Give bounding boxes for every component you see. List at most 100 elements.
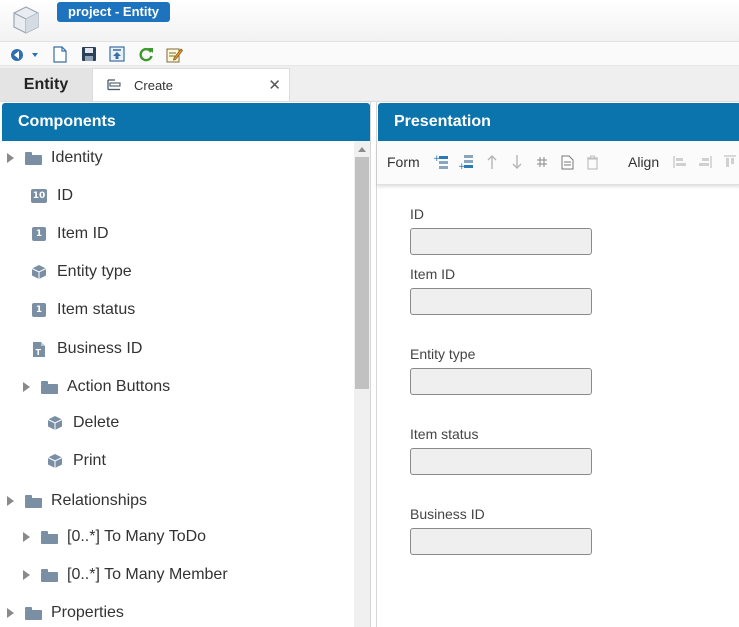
expand-arrow-icon[interactable] [21,563,31,587]
item-id-field[interactable] [410,288,592,315]
tree-item-label: Identity [51,149,103,166]
move-up-button[interactable] [484,154,500,170]
tree-item-id[interactable]: 10 ID [30,184,73,208]
tree-item-label: Business ID [57,340,143,357]
field-label-entity-type: Entity type [410,346,476,362]
form-list-icon [107,79,121,91]
tree-item-business-id[interactable]: T Business ID [30,337,142,361]
cube-icon [30,263,48,281]
tree-item-label: Item status [57,301,136,318]
insert-row-above-icon: + [433,154,448,169]
tree-item-item-id[interactable]: 1 Item ID [30,222,109,246]
grid-button[interactable] [534,154,550,170]
tree-item-label: Properties [51,604,124,621]
number-field-icon: 1 [30,301,48,319]
export-icon [109,46,125,62]
pencil-note-icon [166,47,183,62]
align-left-button[interactable] [672,154,688,170]
delete-button[interactable] [584,154,600,170]
tree-item-entity-type[interactable]: Entity type [30,260,132,284]
expand-arrow-icon[interactable] [21,375,31,399]
presentation-panel: Presentation Form + + Align ID Item ID E… [376,102,739,627]
properties-button[interactable] [559,154,575,170]
entity-type-field[interactable] [410,368,592,395]
components-panel: Components Identity 10 ID 1 Item ID Enti… [0,102,371,627]
tree-item-to-many-todo[interactable]: [0..*] To Many ToDo [21,525,206,549]
app-logo-icon [11,4,41,36]
field-label-item-id: Item ID [410,266,456,282]
tree-item-to-many-member[interactable]: [0..*] To Many Member [21,563,228,587]
insert-below-button[interactable]: + [458,154,474,170]
refresh-button[interactable] [137,45,155,63]
close-icon[interactable]: ✕ [268,69,281,102]
expand-arrow-icon[interactable] [21,525,31,549]
tab-bar: Entity Create ✕ [0,66,739,102]
components-scrollbar[interactable] [354,141,370,627]
business-id-field[interactable] [410,528,592,555]
align-right-icon [699,156,712,168]
presentation-toolbar: Form + + Align [377,141,739,185]
tree-item-relationships[interactable]: Relationships [5,489,147,513]
back-dropdown-button[interactable] [8,45,38,63]
tab-entity[interactable]: Entity [0,68,92,101]
refresh-icon [139,47,153,62]
scroll-up-arrow-icon[interactable] [358,147,366,152]
tree-item-label: Relationships [51,492,148,509]
field-label-item-status: Item status [410,426,479,442]
cube-icon [46,452,64,470]
expand-arrow-icon[interactable] [5,146,15,170]
align-right-button[interactable] [697,154,713,170]
export-button[interactable] [108,45,126,63]
tree-item-label: Print [73,452,106,469]
id-field[interactable] [410,228,592,255]
edit-button[interactable] [165,45,183,63]
arrow-down-icon [512,155,522,169]
tree-item-label: [0..*] To Many Member [67,566,228,583]
new-document-button[interactable] [51,45,69,63]
align-label: Align [628,154,660,170]
insert-above-button[interactable]: + [433,154,449,170]
floppy-disk-icon [82,47,96,61]
align-top-button[interactable] [722,154,738,170]
trash-icon [586,155,598,170]
save-button[interactable] [80,45,98,63]
text-field-icon: T [30,340,48,358]
tree-item-label: Entity type [57,263,132,280]
tree-item-identity[interactable]: Identity [5,146,103,170]
window-title: project - Entity [57,2,171,22]
expand-arrow-icon[interactable] [5,601,15,625]
move-down-button[interactable] [509,154,525,170]
svg-text:+: + [458,162,466,170]
tree-item-properties[interactable]: Properties [5,601,124,625]
field-label-id: ID [410,206,424,222]
scroll-thumb[interactable] [355,157,369,389]
number-field-icon: 1 [30,225,48,243]
tree-item-label: Item ID [57,225,109,242]
document-icon [561,155,573,169]
tree-item-action-buttons[interactable]: Action Buttons [21,375,170,399]
components-header: Components [2,103,370,141]
tree-item-delete[interactable]: Delete [46,411,119,435]
presentation-header: Presentation [378,103,739,141]
tab-create[interactable]: Create ✕ [92,68,290,101]
tree-item-item-status[interactable]: 1 Item status [30,298,135,322]
grid-icon [537,157,547,167]
cube-icon [46,414,64,432]
tree-item-label: Action Buttons [67,378,171,395]
folder-icon [40,378,58,396]
item-status-field[interactable] [410,448,592,475]
tree-item-print[interactable]: Print [46,449,106,473]
folder-icon [24,492,42,510]
arrow-up-icon [487,155,497,169]
field-label-business-id: Business ID [410,506,485,522]
title-bar: project - Entity [0,0,739,42]
svg-text:T: T [36,348,42,357]
expand-arrow-icon[interactable] [5,489,15,513]
tab-create-label: Create [134,78,174,93]
new-document-icon [53,45,67,63]
folder-icon [24,604,42,622]
components-tree: Identity 10 ID 1 Item ID Entity type 1 I… [0,141,354,627]
folder-icon [24,149,42,167]
number-field-icon: 10 [30,189,48,203]
form-label: Form [387,154,420,170]
